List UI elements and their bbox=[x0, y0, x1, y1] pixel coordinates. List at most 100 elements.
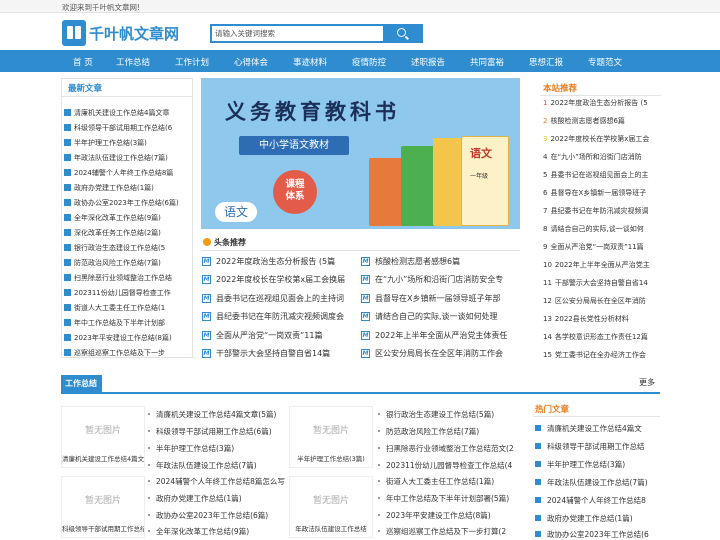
list-item[interactable]: 科级领导干部试用期工作总结(6 bbox=[62, 120, 192, 135]
recommend-item[interactable]: 3 2022年度校长在学校第x届工会 bbox=[543, 134, 661, 144]
headline-link[interactable]: M 县委书记在巡视组见面会上的主持词 bbox=[202, 293, 350, 304]
nav-thought[interactable]: 思想汇报 bbox=[529, 56, 563, 68]
hot-item[interactable]: 2024辅警个人年终工作总结8 bbox=[535, 495, 660, 506]
more-link[interactable]: 更多 bbox=[639, 377, 655, 388]
list-item[interactable]: 防范政治风险工作总结(7篇) bbox=[378, 426, 518, 437]
headline-link[interactable]: M 在“九小”场所和沿街门店消防安全专 bbox=[361, 274, 509, 285]
bullet-icon bbox=[148, 464, 150, 466]
list-item[interactable]: 清廉机关建设工作总结4篇文章(5篇) bbox=[148, 409, 288, 420]
nav-work-summary[interactable]: 工作总结 bbox=[116, 56, 150, 68]
list-item[interactable]: 银行政治生态建设工作总结(5篇) bbox=[378, 409, 518, 420]
headline-link[interactable]: M 县督导在X乡镇新一届领导班子年部 bbox=[361, 293, 509, 304]
headline-link[interactable]: M 2022年度校长在学校第x届工会换届 bbox=[202, 274, 350, 285]
card-caption: 半年护理工作总结(3篇) bbox=[297, 455, 365, 463]
site-logo[interactable]: 千叶帆文章网 bbox=[62, 19, 179, 47]
list-item[interactable]: 清廉机关建设工作总结4篇文章 bbox=[62, 105, 192, 120]
list-item[interactable]: 扫黑除恶行业领域整治工作总结范文(2 bbox=[378, 443, 518, 454]
list-item[interactable]: 年政法队伍建设工作总结(7篇) bbox=[62, 150, 192, 165]
square-icon bbox=[64, 349, 71, 356]
square-icon bbox=[64, 244, 71, 251]
list-item[interactable]: 巡察组巡察工作总结及下一步 bbox=[62, 345, 192, 360]
list-item[interactable]: 半年护理工作总结(3篇) bbox=[62, 135, 192, 150]
headline-link[interactable]: M 核酸检测志愿者感想6篇 bbox=[361, 256, 509, 267]
list-item[interactable]: 街道人大工委主任工作总结(1 bbox=[62, 300, 192, 315]
recommend-item[interactable]: 14 各学校意识形态工作责任12篇 bbox=[543, 332, 661, 342]
recommend-item[interactable]: 8 请结合自己的实际,谈一谈如何 bbox=[543, 224, 661, 234]
article-card[interactable]: 暂无图片 半年护理工作总结(3篇) bbox=[289, 406, 373, 468]
article-card[interactable]: 暂无图片 科级领导干部试用期工作总结 bbox=[61, 476, 145, 538]
bullet-icon bbox=[378, 430, 380, 432]
list-item[interactable]: 全年深化改革工作总结(9篇) bbox=[62, 210, 192, 225]
bullet-icon bbox=[378, 530, 380, 532]
hot-item[interactable]: 政协办公室2023年工作总结(6 bbox=[535, 529, 660, 540]
list-item[interactable]: 政府办党建工作总结(1篇) bbox=[148, 493, 288, 504]
recommend-item[interactable]: 2 核酸检测志愿者感想6篇 bbox=[543, 116, 661, 126]
list-item[interactable]: 巡察组巡察工作总结及下一步打算(2 bbox=[378, 526, 518, 537]
list-item[interactable]: 2023年平安建设工作总结(8篇) bbox=[378, 510, 518, 521]
nav-prosperity[interactable]: 共同富裕 bbox=[470, 56, 504, 68]
list-item[interactable]: 扫黑除恶行业领域整治工作总结 bbox=[62, 270, 192, 285]
list-item[interactable]: 科级领导干部试用期工作总结(6篇) bbox=[148, 426, 288, 437]
headline-link[interactable]: M 区公安分局局长在全区年消防工作会 bbox=[361, 348, 509, 359]
list-item[interactable]: 街道人大工委主任工作总结(1篇) bbox=[378, 476, 518, 487]
nav-work-plan[interactable]: 工作计划 bbox=[175, 56, 209, 68]
recommend-item[interactable]: 7 县纪委书记在年防汛减灾视频调 bbox=[543, 206, 661, 216]
list-item[interactable]: 全年深化改革工作总结(9篇) bbox=[148, 526, 288, 537]
hot-item[interactable]: 科级领导干部试用期工作总结 bbox=[535, 441, 660, 452]
article-icon: M bbox=[361, 312, 370, 321]
list-item[interactable]: 2023年平安建设工作总结(8篇) bbox=[62, 330, 192, 345]
search-button[interactable] bbox=[383, 26, 421, 41]
list-item[interactable]: 防范政治风险工作总结(7篇) bbox=[62, 255, 192, 270]
recommend-item[interactable]: 12 区公安分局局长在全区年消防 bbox=[543, 296, 661, 306]
list-item[interactable]: 年政法队伍建设工作总结(7篇) bbox=[148, 460, 288, 471]
headline-link[interactable]: M 2022年度政治生态分析报告 (5篇 bbox=[202, 256, 350, 267]
square-icon bbox=[64, 289, 71, 296]
banner-subtitle: 中小学语文教材 bbox=[239, 136, 349, 155]
recommend-item[interactable]: 5 县委书记在巡视组见面会上的主 bbox=[543, 170, 661, 180]
list-item[interactable]: 年中工作总结及下半年计划部署(5篇) bbox=[378, 493, 518, 504]
nav-epidemic[interactable]: 疫情防控 bbox=[352, 56, 386, 68]
nav-topics[interactable]: 专题范文 bbox=[588, 56, 622, 68]
article-icon: M bbox=[361, 275, 370, 284]
list-item[interactable]: 半年护理工作总结(3篇) bbox=[148, 443, 288, 454]
recommend-item[interactable]: 13 2022县长党性分析材料 bbox=[543, 314, 661, 324]
list-item[interactable]: 银行政治生态建设工作总结(5 bbox=[62, 240, 192, 255]
list-item[interactable]: 202311份幼儿园督导检查工作总结(4 bbox=[378, 460, 518, 471]
top-bar: 欢迎来到千叶帆文章网! bbox=[0, 0, 720, 13]
banner-image[interactable]: 义务教育教科书 中小学语文教材 课程 体系 语文 语文 一年级 bbox=[201, 78, 520, 229]
recommend-item[interactable]: 11 干部警示大会坚持自警自省14 bbox=[543, 278, 661, 288]
headline-link[interactable]: M 2022年上半年全面从严治党主体责任 bbox=[361, 330, 509, 341]
nav-home[interactable]: 首 页 bbox=[73, 56, 93, 68]
hot-item[interactable]: 半年护理工作总结(3篇) bbox=[535, 459, 660, 470]
article-card[interactable]: 暂无图片 清廉机关建设工作总结4篇文章 bbox=[61, 406, 145, 468]
headline-link[interactable]: M 请结合自己的实际,谈一谈如何处理 bbox=[361, 311, 509, 322]
recommend-item[interactable]: 10 2022年上半年全面从严治党主 bbox=[543, 260, 661, 270]
recommend-item[interactable]: 6 县督导在X乡镇新一届领导班子 bbox=[543, 188, 661, 198]
list-item[interactable]: 202311份幼儿园督导检查工作 bbox=[62, 285, 192, 300]
recommend-item[interactable]: 4 在“九小”场所和沿街门店消防 bbox=[543, 152, 661, 162]
nav-report[interactable]: 述职报告 bbox=[411, 56, 445, 68]
recommend-item[interactable]: 15 党工委书记在全办经济工作会 bbox=[543, 350, 661, 360]
recommend-item[interactable]: 1 2022年度政治生态分析报告 (5 bbox=[543, 98, 661, 108]
nav-deeds[interactable]: 事迹材料 bbox=[293, 56, 327, 68]
headline-link[interactable]: M 县纪委书记在年防汛减灾视频调度会 bbox=[202, 311, 350, 322]
hot-item[interactable]: 政府办党建工作总结(1篇) bbox=[535, 513, 660, 524]
square-icon bbox=[64, 199, 71, 206]
list-item[interactable]: 政协办公室2023年工作总结(6篇) bbox=[62, 195, 192, 210]
list-item[interactable]: 2024辅警个人年终工作总结8篇 bbox=[62, 165, 192, 180]
square-icon bbox=[64, 184, 71, 191]
bullet-icon bbox=[148, 497, 150, 499]
hot-item[interactable]: 年政法队伍建设工作总结(7篇) bbox=[535, 477, 660, 488]
search-input[interactable] bbox=[212, 26, 384, 41]
list-item[interactable]: 2024辅警个人年终工作总结8篇怎么写 bbox=[148, 476, 288, 487]
nav-reflections[interactable]: 心得体会 bbox=[234, 56, 268, 68]
list-item[interactable]: 政协办公室2023年工作总结(6篇) bbox=[148, 510, 288, 521]
headline-link[interactable]: M 全面从严治党“一岗双责”11篇 bbox=[202, 330, 350, 341]
hot-item[interactable]: 清廉机关建设工作总结4篇文 bbox=[535, 423, 660, 434]
list-item[interactable]: 深化改革任务工作总结(2篇) bbox=[62, 225, 192, 240]
list-item[interactable]: 年中工作总结及下半年计划部 bbox=[62, 315, 192, 330]
headline-link[interactable]: M 干部警示大会坚持自警自省14篇 bbox=[202, 348, 350, 359]
recommend-item[interactable]: 9 全面从严治党“一岗双责”11篇 bbox=[543, 242, 661, 252]
list-item[interactable]: 政府办党建工作总结(1篇) bbox=[62, 180, 192, 195]
article-card[interactable]: 暂无图片 年政法队伍建设工作总结 bbox=[289, 476, 373, 538]
